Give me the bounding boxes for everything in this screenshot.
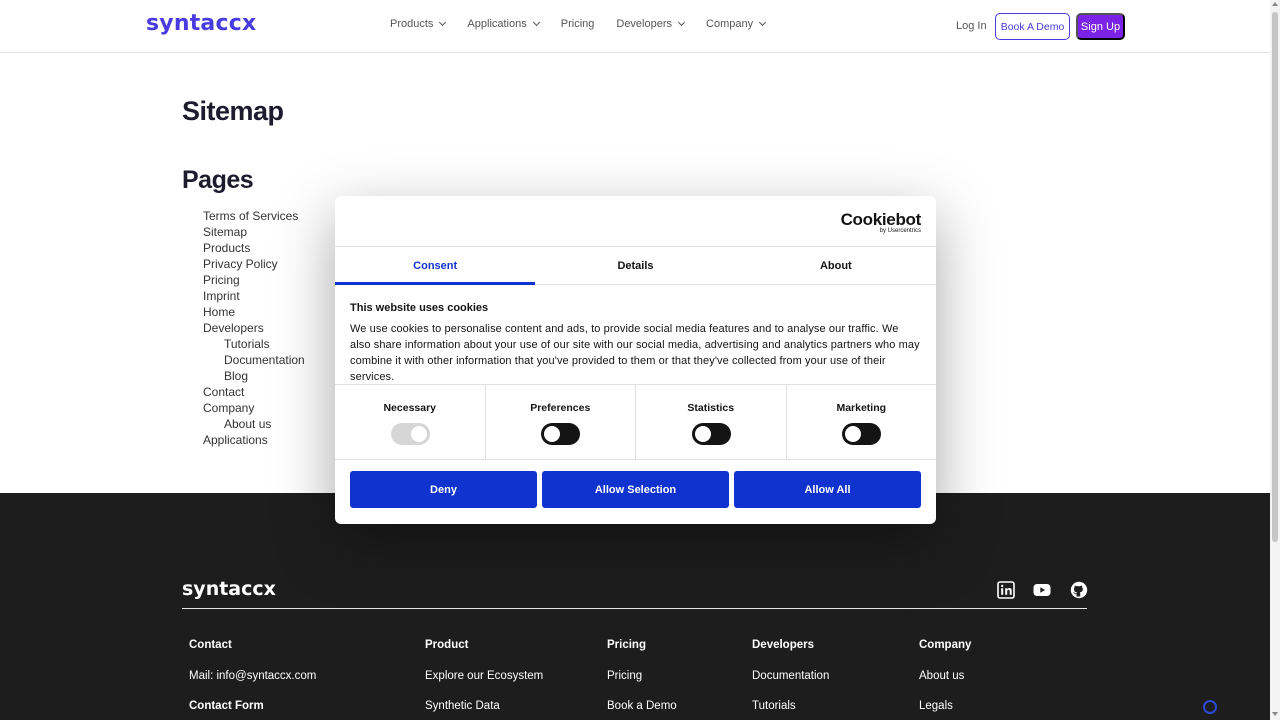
footer-link[interactable]: Documentation: [752, 669, 829, 683]
login-link[interactable]: Log In: [956, 20, 987, 32]
footer-col-company: Company About us Legals: [919, 639, 971, 720]
chevron-down-icon: [759, 18, 767, 27]
tab-details[interactable]: Details: [535, 247, 735, 284]
sitemap-page-list: Terms of Services Sitemap Products Priva…: [203, 208, 305, 448]
nav-pricing-label: Pricing: [560, 18, 595, 30]
nav-applications-label: Applications: [467, 18, 527, 30]
cookie-consent-dialog: Cookiebot by Usercentrics Consent Detail…: [335, 196, 936, 524]
sitemap-sublink[interactable]: Tutorials: [203, 336, 305, 352]
tab-about[interactable]: About: [736, 247, 936, 284]
site-logo[interactable]: syntaccx: [146, 11, 256, 36]
footer-link[interactable]: Synthetic Data: [425, 699, 543, 713]
chevron-down-icon: [532, 18, 540, 27]
book-demo-button[interactable]: Book A Demo: [995, 13, 1070, 40]
main-nav: Products Applications Pricing Developers…: [390, 18, 787, 30]
footer-logo[interactable]: syntaccx: [182, 578, 276, 600]
footer-link[interactable]: Legals: [919, 699, 971, 713]
category-statistics: Statistics: [636, 385, 787, 459]
toggle-knob: [845, 426, 862, 442]
nav-products[interactable]: Products: [390, 18, 447, 30]
deny-button[interactable]: Deny: [350, 471, 537, 508]
cookiebot-logo: Cookiebot by Usercentrics: [840, 210, 922, 234]
toggle-knob: [410, 426, 427, 442]
youtube-icon[interactable]: [1033, 581, 1051, 599]
footer-col-title: Pricing: [607, 639, 646, 651]
toggle-knob: [694, 426, 711, 442]
category-label: Necessary: [383, 402, 437, 414]
sitemap-link[interactable]: Company: [203, 400, 305, 416]
chevron-down-icon: [677, 18, 686, 27]
scroll-down-arrow-icon[interactable]: [1272, 712, 1278, 716]
nav-products-label: Products: [390, 18, 434, 30]
footer-link[interactable]: Pricing: [607, 669, 677, 683]
nav-developers-label: Developers: [616, 18, 673, 30]
site-footer: syntaccx Contact Mail: info@syntaccx.com…: [0, 493, 1270, 720]
page-title: Sitemap: [182, 96, 284, 126]
footer-col-title: Contact: [189, 639, 232, 651]
section-title-pages: Pages: [182, 166, 254, 194]
footer-link[interactable]: Contact Form: [189, 699, 316, 713]
sitemap-link[interactable]: Pricing: [203, 272, 305, 288]
linkedin-icon[interactable]: [997, 581, 1015, 599]
chevron-down-icon: [439, 18, 447, 27]
footer-col-pricing: Pricing Pricing Book a Demo: [607, 639, 677, 720]
category-preferences: Preferences: [486, 385, 636, 459]
category-label: Preferences: [530, 402, 591, 414]
necessary-toggle: [390, 423, 430, 445]
category-label: Statistics: [687, 402, 735, 414]
footer-link[interactable]: Explore our Ecosystem: [425, 669, 543, 683]
footer-col-contact: Contact Mail: info@syntaccx.com Contact …: [189, 639, 316, 720]
page-scrollbar[interactable]: [1270, 0, 1280, 720]
sitemap-link[interactable]: Home: [203, 304, 305, 320]
sitemap-sublink[interactable]: Blog: [203, 368, 305, 384]
cookie-category-toggles: Necessary Preferences Statistics Marketi…: [335, 384, 936, 460]
statistics-toggle[interactable]: [691, 423, 731, 445]
footer-col-title: Company: [919, 639, 972, 651]
category-marketing: Marketing: [787, 385, 937, 459]
cookie-settings-widget-icon[interactable]: [1203, 700, 1217, 714]
footer-divider: [182, 608, 1087, 609]
allow-selection-button[interactable]: Allow Selection: [542, 471, 729, 508]
footer-col-developers: Developers Documentation Tutorials: [752, 639, 829, 720]
sitemap-link[interactable]: Privacy Policy: [203, 256, 305, 272]
sign-up-button[interactable]: Sign Up: [1076, 13, 1125, 40]
nav-company[interactable]: Company: [706, 18, 767, 30]
sitemap-link[interactable]: Products: [203, 240, 305, 256]
footer-col-title: Developers: [752, 639, 815, 651]
cookie-dialog-title: This website uses cookies: [350, 302, 489, 314]
sitemap-sublink[interactable]: About us: [203, 416, 305, 432]
sitemap-link[interactable]: Applications: [203, 432, 305, 448]
github-icon[interactable]: [1070, 581, 1088, 599]
footer-link[interactable]: Mail: info@syntaccx.com: [189, 669, 316, 683]
site-header: syntaccx Products Applications Pricing D…: [0, 0, 1270, 53]
scroll-up-arrow-icon[interactable]: [1272, 2, 1278, 6]
marketing-toggle[interactable]: [842, 423, 882, 445]
cookie-dialog-tabs: Consent Details About: [335, 246, 936, 285]
sitemap-link[interactable]: Terms of Services: [203, 208, 305, 224]
sitemap-sublink[interactable]: Documentation: [203, 352, 305, 368]
cookiebot-logo-text: Cookiebot: [840, 210, 922, 229]
nav-pricing[interactable]: Pricing: [561, 18, 595, 30]
preferences-toggle[interactable]: [541, 423, 581, 445]
nav-developers[interactable]: Developers: [616, 18, 686, 30]
cookie-dialog-text: We use cookies to personalise content an…: [350, 323, 920, 383]
footer-link[interactable]: Book a Demo: [607, 699, 677, 713]
allow-all-button[interactable]: Allow All: [734, 471, 921, 508]
category-label: Marketing: [836, 402, 887, 414]
sitemap-link[interactable]: Developers: [203, 320, 305, 336]
sitemap-link[interactable]: Contact: [203, 384, 305, 400]
category-necessary: Necessary: [335, 385, 486, 459]
toggle-knob: [544, 426, 561, 442]
cookie-dialog-buttons: Deny Allow Selection Allow All: [350, 471, 921, 508]
footer-col-product: Product Explore our Ecosystem Synthetic …: [425, 639, 543, 720]
sitemap-link[interactable]: Imprint: [203, 288, 305, 304]
footer-col-title: Product: [425, 639, 469, 651]
footer-link[interactable]: About us: [919, 669, 971, 683]
footer-link[interactable]: Tutorials: [752, 699, 829, 713]
scrollbar-thumb[interactable]: [1272, 12, 1278, 542]
nav-applications[interactable]: Applications: [467, 18, 540, 30]
sitemap-link[interactable]: Sitemap: [203, 224, 305, 240]
nav-company-label: Company: [706, 18, 754, 30]
tab-consent[interactable]: Consent: [335, 247, 536, 285]
